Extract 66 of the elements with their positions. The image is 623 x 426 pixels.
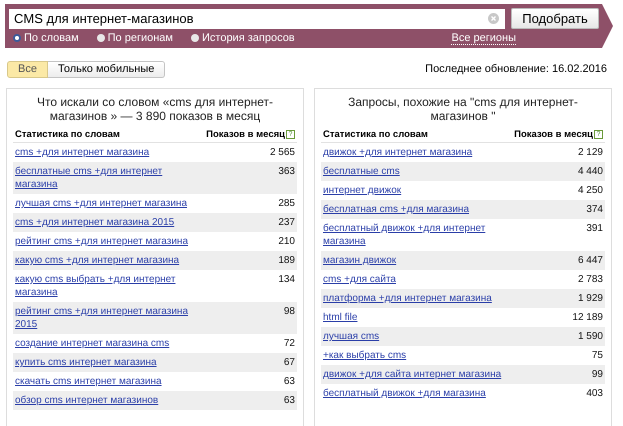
filter-tab[interactable]: Только мобильные bbox=[48, 60, 166, 78]
count-cell: 1 929 bbox=[578, 292, 603, 305]
count-cell: 75 bbox=[592, 349, 603, 362]
count-cell: 2 129 bbox=[578, 146, 603, 159]
count-cell: 374 bbox=[586, 203, 603, 216]
query-link[interactable]: cms +для интернет магазина 2015 bbox=[15, 216, 174, 229]
query-link[interactable]: бесплатные cms +для интернет магазина bbox=[15, 165, 195, 191]
filter-tab[interactable]: Все bbox=[7, 60, 48, 78]
query-link[interactable]: создание интернет магазина cms bbox=[15, 337, 170, 350]
column-header: Показов в месяц bbox=[206, 129, 285, 140]
count-cell: 237 bbox=[278, 216, 295, 229]
query-link[interactable]: бесплатная cms +для магазина bbox=[323, 203, 470, 216]
count-cell: 4 250 bbox=[578, 184, 603, 197]
count-cell: 2 565 bbox=[270, 146, 295, 159]
query-link[interactable]: cms +для сайта bbox=[323, 273, 396, 286]
query-link[interactable]: бесплатный движок +для магазина bbox=[323, 387, 486, 400]
count-cell: 1 590 bbox=[578, 330, 603, 343]
query-link[interactable]: купить cms интернет магазина bbox=[15, 356, 157, 369]
count-cell: 189 bbox=[278, 254, 295, 267]
column-header: Показов в месяц bbox=[514, 129, 593, 140]
query-link[interactable]: обзор cms интернет магазинов bbox=[15, 394, 158, 407]
column-header: Статистика по словам bbox=[323, 129, 428, 140]
query-link[interactable]: скачать cms интернет магазина bbox=[15, 375, 162, 388]
count-cell: 391 bbox=[586, 222, 603, 235]
query-link[interactable]: лучшая cms +для интернет магазина bbox=[15, 197, 188, 210]
query-link[interactable]: бесплатные cms bbox=[323, 165, 400, 178]
count-cell: 72 bbox=[284, 337, 295, 350]
query-link[interactable]: какую cms выбрать +для интернет магазина bbox=[15, 273, 195, 299]
count-cell: 363 bbox=[278, 165, 295, 178]
last-update-text: Последнее обновление: 16.02.2016 bbox=[425, 63, 607, 75]
query-link[interactable]: рейтинг cms +для интернет магазина bbox=[15, 235, 188, 248]
count-cell: 4 440 bbox=[578, 165, 603, 178]
count-cell: 12 189 bbox=[572, 311, 603, 324]
search-field[interactable]: CMS для интернет-магазинов bbox=[9, 8, 505, 28]
all-regions-link[interactable]: Все регионы bbox=[451, 32, 516, 44]
search-mode-radio[interactable]: По регионам bbox=[96, 32, 173, 44]
count-cell: 6 447 bbox=[578, 254, 603, 267]
count-cell: 210 bbox=[278, 235, 295, 248]
count-cell: 403 bbox=[586, 387, 603, 400]
panel-title: Что искали со словом «cms для интернет-магазинов » — 3 890 показов в месяц bbox=[36, 95, 274, 123]
query-link[interactable]: cms +для интернет магазина bbox=[15, 146, 150, 159]
query-link[interactable]: платформа +для интернет магазина bbox=[323, 292, 492, 305]
count-cell: 63 bbox=[284, 375, 295, 388]
count-cell: 285 bbox=[278, 197, 295, 210]
query-link[interactable]: интернет движок bbox=[323, 184, 402, 197]
count-cell: 2 783 bbox=[578, 273, 603, 286]
query-link[interactable]: бесплатный движок +для интернет магазина bbox=[323, 222, 503, 248]
count-cell: 134 bbox=[278, 273, 295, 286]
count-cell: 98 bbox=[284, 305, 295, 318]
count-cell: 99 bbox=[592, 368, 603, 381]
query-link[interactable]: рейтинг cms +для интернет магазина 2015 bbox=[15, 305, 195, 331]
column-header: Статистика по словам bbox=[15, 129, 120, 140]
panel-title: Запросы, похожие на "cms для интернет-магазинов " bbox=[347, 95, 579, 123]
query-link[interactable]: html file bbox=[323, 311, 358, 324]
clear-icon[interactable] bbox=[488, 13, 499, 24]
query-link[interactable]: лучшая cms bbox=[323, 330, 380, 343]
search-button[interactable]: Подобрать bbox=[511, 8, 599, 29]
count-cell: 63 bbox=[284, 394, 295, 407]
query-link[interactable]: какую cms +для интернет магазина bbox=[15, 254, 180, 267]
query-link[interactable]: магазин движок bbox=[323, 254, 396, 267]
query-link[interactable]: движок +для сайта интернет магазина bbox=[323, 368, 502, 381]
query-link[interactable]: +как выбрать cms bbox=[323, 349, 406, 362]
search-mode-radio[interactable]: По словам bbox=[13, 32, 79, 44]
query-link[interactable]: движок +для интернет магазина bbox=[323, 146, 472, 159]
count-cell: 67 bbox=[284, 356, 295, 369]
search-mode-radio[interactable]: История запросов bbox=[191, 32, 295, 44]
